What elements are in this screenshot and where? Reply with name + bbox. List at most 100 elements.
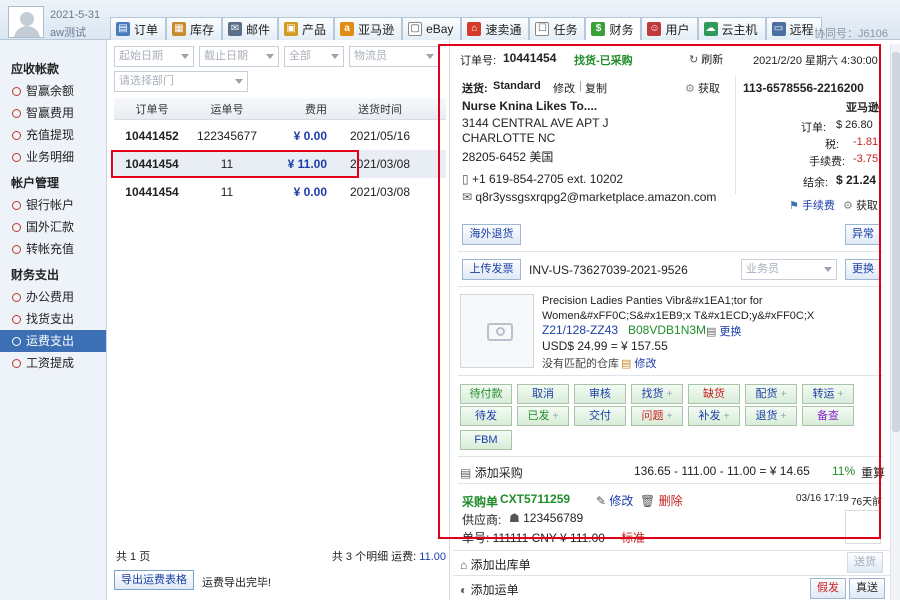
tab-finance[interactable]: $ 财务 [585,17,642,41]
status-filter[interactable]: 全部 [284,46,344,67]
ship-label: 送货: [462,83,488,95]
add-purchase-button[interactable]: ▤ 添加采购 [460,464,523,481]
order-no-label: 订单号: [460,55,497,67]
to-ship-button[interactable]: 待发 [460,406,512,426]
tab-user[interactable]: ☺ 用户 [641,17,698,40]
sidebar-item-fees[interactable]: 智赢费用 [0,102,106,124]
sidebar-item-recharge[interactable]: 充值提现 [0,124,106,146]
fake-ship-button[interactable]: 假发 [810,578,846,599]
supplier-icon: ☗ [509,511,520,525]
product-asin[interactable]: B08VDB1N3M [628,323,706,337]
fee-link[interactable]: ⚑ 手续费 [789,197,835,213]
inventory-icon: ▦ [172,22,187,36]
tab-inventory[interactable]: ▦ 库存 [166,17,223,40]
modify-warehouse-link[interactable]: ▤ 修改 [621,355,656,371]
settle-label: 结余: [803,177,829,189]
sidebar-item-remittance[interactable]: 国外汇款 [0,216,106,238]
tab-aliexpress[interactable]: ⌂ 速卖通 [461,17,530,40]
tab-task[interactable]: ☐ 任务 [529,17,586,40]
purchase-order-no[interactable]: CXT5711259 [500,492,570,506]
home-icon: ⌂ [460,558,468,572]
return-button[interactable]: 退货 + [745,406,797,426]
add-warehouse-order-button[interactable]: ⌂ 添加出库单 [460,556,531,573]
divider [458,456,883,457]
transship-button[interactable]: 转运 + [802,384,854,404]
sidebar-item-freight[interactable]: 运费支出 [0,330,106,352]
replace-product-link[interactable]: ▤ 更换 [706,323,741,339]
purchase-image-placeholder[interactable] [845,510,881,544]
ship-button[interactable]: 送货 [847,552,883,573]
product-title: Precision Ladies Panties Vibr&#x1EA1;tor… [542,295,815,322]
sidebar-item-bank-account[interactable]: 银行帐户 [0,194,106,216]
col-fee[interactable]: 费用 [264,101,332,117]
table-header: 订单号 运单号 费用 送货时间 [114,98,446,120]
address-line-3: 28205-6452 美国 [462,150,554,164]
order-detail-panel: 订单号: 10441454 找货-已采购 ↻ 刷新 2021/2/20 星期六 … [453,40,890,600]
table-row[interactable]: 10441454 11 ¥ 0.00 2021/03/08 [114,178,446,206]
profit-percent: 11% [832,464,856,478]
ship-method: Standard [493,80,541,92]
purchase-tag: 标准 [621,531,646,545]
sidebar-item-salary[interactable]: 工资提成 [0,352,106,374]
reship-button[interactable]: 补发 + [688,406,740,426]
sidebar-item-office[interactable]: 办公费用 [0,286,106,308]
export-freight-button[interactable]: 导出运费表格 [114,570,194,590]
allocate-button[interactable]: 配货 + [745,384,797,404]
col-order[interactable]: 订单号 [114,101,190,117]
add-waybill-button[interactable]: ◐ 添加运单 [460,581,519,598]
tab-cloud-host[interactable]: ☁ 云主机 [697,17,766,40]
edit-icon: ✎ [596,494,607,508]
refresh-button[interactable]: ↻ 刷新 [689,51,723,67]
review-button[interactable]: 审核 [574,384,626,404]
sidebar-item-business-detail[interactable]: 业务明细 [0,146,106,168]
col-waybill[interactable]: 运单号 [190,101,264,117]
edit-address-link[interactable]: 修改 [553,80,575,96]
edit-purchase-link[interactable]: ✎ 修改 [596,492,633,509]
problem-button[interactable]: 问题 + [631,406,683,426]
abnormal-button[interactable]: 异常 [845,224,881,245]
real-ship-button[interactable]: 真送 [849,578,885,599]
sidebar-item-balance[interactable]: 智赢余额 [0,80,106,102]
delete-purchase-link[interactable]: 🗑 删除 [640,492,683,509]
sidebar-item-sourcing[interactable]: 找货支出 [0,308,106,330]
shipped-button[interactable]: 已发 + [517,406,569,426]
tab-amazon[interactable]: a 亚马逊 [334,17,403,40]
logistics-filter[interactable]: 物流员 [349,46,439,67]
tab-ebay[interactable]: ▢ eBay [402,17,462,40]
detail-scrollbar[interactable] [890,44,900,600]
cancel-button[interactable]: 取消 [517,384,569,404]
tab-mail[interactable]: ✉ 邮件 [222,17,279,40]
collab-number: 协同号：J6106 [814,28,888,40]
ebay-icon: ▢ [408,22,423,36]
sidebar-item-transfer[interactable]: 转帐充值 [0,238,106,260]
archive-button[interactable]: 备查 [802,406,854,426]
tab-order[interactable]: ▤ 订单 [110,17,167,40]
out-of-stock-button[interactable]: 缺货 [688,384,740,404]
fetch-fee-button[interactable]: ⚙ 获取 [843,197,878,213]
col-date[interactable]: 送货时间 [332,101,428,117]
main-tabs: ▤ 订单 ▦ 库存 ✉ 邮件 ▣ 产品 a 亚马逊 ▢ eBay ⌂ 速卖通 ☐ 任务 $ 财务 … [110,17,822,41]
product-sku[interactable]: Z21/128-ZZ43 [542,323,618,337]
end-date-picker[interactable]: 截止日期 [199,46,279,67]
doc-icon: ▤ [706,326,717,338]
table-row[interactable]: 10441452 122345677 ¥ 0.00 2021/05/16 [114,122,446,150]
aliexpress-icon: ⌂ [467,22,482,36]
fetch-address-button[interactable]: ⚙ 获取 [685,80,720,96]
salesman-select[interactable]: 业务员 [741,259,837,280]
scrollbar-thumb[interactable] [892,52,900,432]
fbm-button[interactable]: FBM [460,430,512,450]
deliver-button[interactable]: 交付 [574,406,626,426]
copy-address-link[interactable]: 复制 [585,80,607,96]
tab-product[interactable]: ▣ 产品 [278,17,335,40]
upload-invoice-button[interactable]: 上传发票 [462,259,521,280]
change-salesman-button[interactable]: 更换 [845,259,881,280]
pending-payment-button[interactable]: 待付款 [460,384,512,404]
department-filter[interactable]: 请选择部门 [114,71,248,92]
find-goods-button[interactable]: 找货 + [631,384,683,404]
recalc-button[interactable]: 重算 [861,464,885,481]
start-date-picker[interactable]: 起始日期 [114,46,194,67]
overseas-return-button[interactable]: 海外退货 [462,224,521,245]
avatar[interactable] [8,6,44,38]
doc-icon: ▤ [460,466,472,480]
product-image-placeholder[interactable] [460,294,534,368]
